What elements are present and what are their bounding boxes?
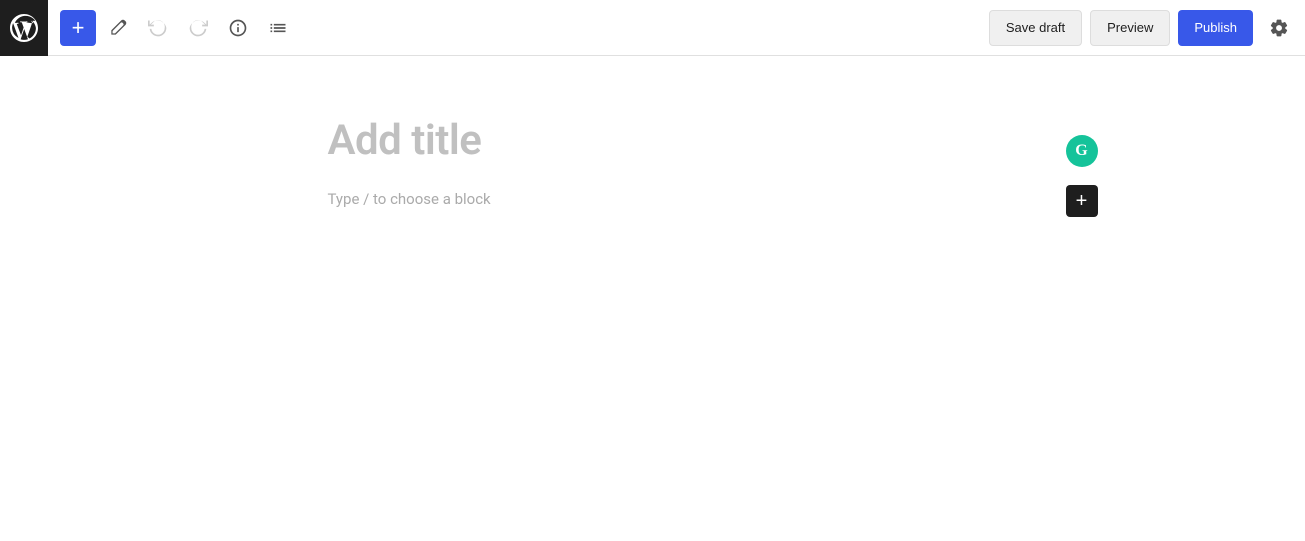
gear-icon [1269, 18, 1289, 38]
preview-button[interactable]: Preview [1090, 10, 1170, 46]
add-block-inline-button[interactable]: + [1066, 185, 1098, 217]
editor-area: Add title Type / to choose a block G + [0, 56, 1305, 541]
add-block-button[interactable]: + [60, 10, 96, 46]
info-button[interactable] [220, 10, 256, 46]
undo-icon [148, 18, 168, 38]
wp-logo-icon [10, 14, 38, 42]
grammarly-letter: G [1075, 142, 1087, 160]
pen-icon [108, 18, 128, 38]
block-placeholder[interactable]: Type / to choose a block [328, 190, 978, 208]
undo-button[interactable] [140, 10, 176, 46]
toolbar-right: Save draft Preview Publish [989, 10, 1297, 46]
title-placeholder[interactable]: Add title [328, 116, 978, 166]
redo-icon [188, 18, 208, 38]
tools-button[interactable] [100, 10, 136, 46]
title-area[interactable]: Add title [328, 116, 978, 166]
grammarly-icon[interactable]: G [1066, 135, 1098, 167]
info-icon [228, 18, 248, 38]
editor-content: Add title Type / to choose a block G + [328, 116, 978, 208]
redo-button[interactable] [180, 10, 216, 46]
wordpress-logo[interactable] [0, 0, 48, 56]
save-draft-button[interactable]: Save draft [989, 10, 1082, 46]
publish-button[interactable]: Publish [1178, 10, 1253, 46]
list-view-icon [268, 18, 288, 38]
list-view-button[interactable] [260, 10, 296, 46]
toolbar-left: + [8, 0, 989, 56]
settings-button[interactable] [1261, 10, 1297, 46]
block-area: Type / to choose a block G + [328, 190, 978, 208]
toolbar: + [0, 0, 1305, 56]
